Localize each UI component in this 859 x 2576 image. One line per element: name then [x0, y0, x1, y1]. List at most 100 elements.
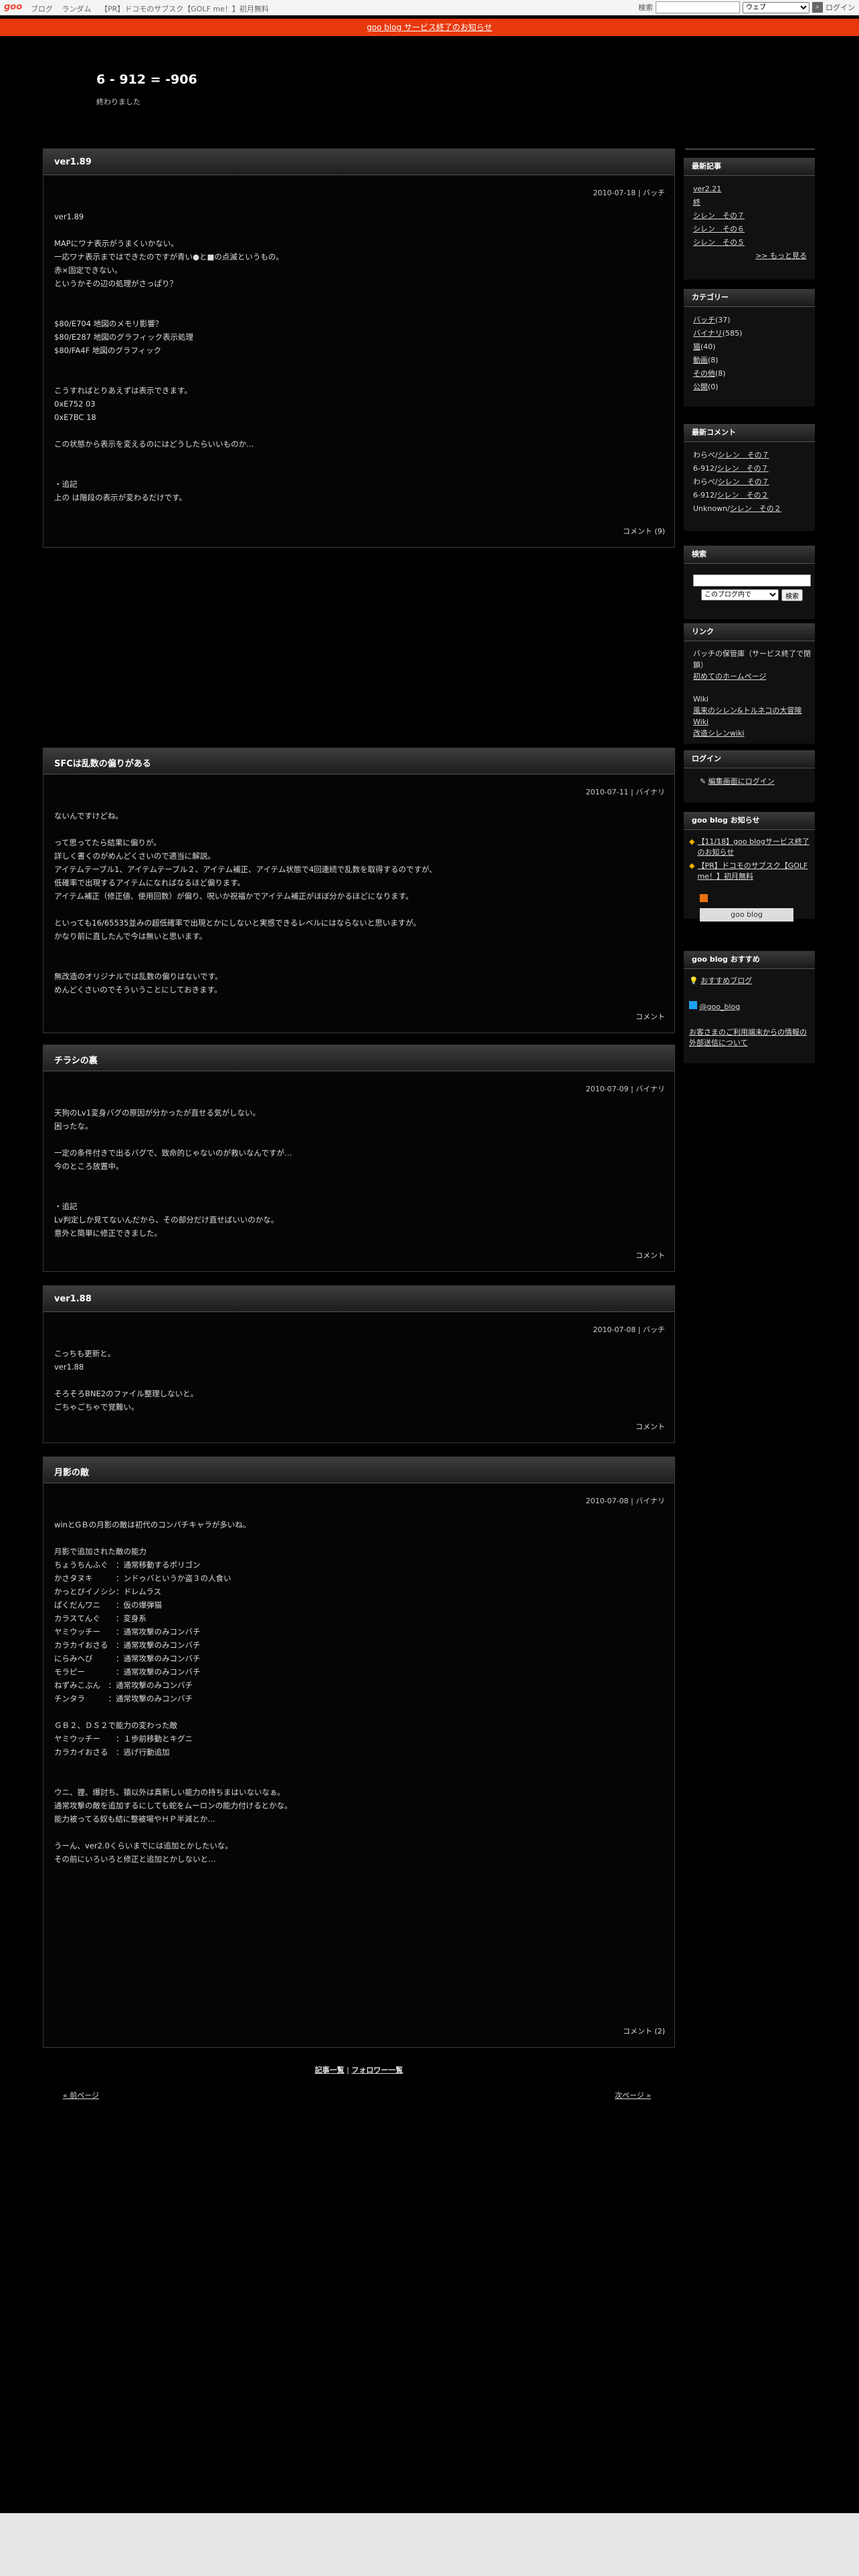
entry-line: $80/E287 地図のグラフィック表示処理 [54, 332, 193, 342]
info-link[interactable]: 【11/18】goo blogサービス終了のお知らせ [697, 837, 811, 858]
comment-article-link[interactable]: シレン その２ [717, 491, 769, 500]
category-box: カテゴリー バッチ(37) バイナリ(585) 猫(40) 動画(8) その他(… [684, 289, 815, 407]
comment-author: わらべ/ [693, 477, 718, 486]
entry-title[interactable]: SFCは乱数の偏りがある [54, 756, 151, 769]
comment-link[interactable]: コメント [636, 1421, 665, 1432]
entry-title[interactable]: ver1.89 [54, 157, 92, 167]
entry-line: 一定の条件付きで出るバグで、致命的じゃないのが救いなんですが… [54, 1148, 292, 1158]
blog-search-scope[interactable]: このブログ内で [701, 589, 779, 601]
entry-line: 0xE7BC 18 [54, 413, 96, 422]
comment-article-link[interactable]: シレン その７ [718, 477, 769, 486]
link-item[interactable]: 風来のシレン&トルネコの大冒険 Wiki [693, 705, 811, 728]
entry-line: ごちゃごちゃで覚難い。 [54, 1402, 139, 1412]
recommend-link[interactable]: おすすめブログ [700, 976, 752, 985]
entry-line: MAPにワナ表示がうまくいかない。 [54, 239, 179, 248]
category-link[interactable]: バイナリ [693, 329, 723, 338]
blog-header: 6 - 912 = -906 終わりました [96, 72, 197, 107]
category-link[interactable]: バッチ [693, 316, 715, 324]
entry-line: ねずみこぶん ：通常攻撃のみコンバチ [54, 1681, 193, 1690]
category-link[interactable]: 猫 [693, 342, 700, 351]
entry-line: 詳しく書くのがめんどくさいので適当に解説。 [54, 851, 215, 861]
category-link[interactable]: その他 [693, 369, 715, 378]
recent-article-link[interactable]: 終 [693, 196, 811, 209]
entry-title[interactable]: チラシの裏 [54, 1053, 98, 1066]
twitter-link[interactable]: @goo_blog [700, 1002, 741, 1011]
search-scope-select[interactable]: ウェブ [743, 1, 809, 13]
category-count: (585) [722, 329, 743, 338]
entry-line [54, 1173, 664, 1186]
entry-line: うーん、ver2.0くらいまでには追加とかしたいな。 [54, 1841, 233, 1850]
comment-article-link[interactable]: シレン その２ [730, 504, 781, 513]
box-title: 最新記事 [684, 158, 815, 176]
comment-author: 6-912/ [693, 491, 717, 500]
box-title: goo blog お知らせ [684, 812, 815, 830]
blog-search-button[interactable]: 検索 [781, 589, 803, 601]
entry-line [54, 956, 664, 970]
entry: チラシの裏 2010-07-09 | バイナリ 天狗のLv1変身バグの原因が分か… [43, 1045, 675, 1272]
box-title: カテゴリー [684, 289, 815, 307]
comment-link[interactable]: コメント [636, 1250, 665, 1261]
blog-search-input[interactable] [693, 574, 811, 586]
comment-author: Unknown/ [693, 504, 730, 513]
box-title: 検索 [684, 546, 815, 564]
entry-line: ver1.89 [54, 212, 84, 221]
recommend-box: goo blog おすすめ 💡 おすすめブログ @goo_blog お客さまのご… [684, 951, 815, 1063]
prev-page-link[interactable]: « 前ページ [63, 2090, 99, 2101]
top-link-random[interactable]: ランダム [62, 5, 92, 13]
entry-line: かっとびイノシシ：ドレムラス [54, 1587, 161, 1596]
link-item[interactable]: 初めてのホームページ [693, 671, 811, 682]
recent-article-link[interactable]: シレン その６ [693, 223, 811, 236]
entry-line: アイテムテーブル1、アイテムテーブル２、アイテム補正、アイテム状態で4回連続で乱… [54, 865, 437, 874]
recent-article-link[interactable]: シレン その７ [693, 209, 811, 223]
comment-link[interactable]: コメント (2) [623, 2026, 665, 2036]
entry-meta: 2010-07-18 | バッチ [593, 189, 665, 197]
entry-line: この状態から表示を変えるのにはどうしたらいいものか… [54, 439, 254, 449]
entry: ver1.89 2010-07-18 | バッチ ver1.89 MAPにワナ表示… [43, 148, 675, 548]
article-list-link[interactable]: 記事一覧 [315, 2066, 345, 2074]
link-spacer [693, 682, 811, 693]
privacy-link[interactable]: お客さまのご利用端末からの情報の外部送信について [689, 1028, 807, 1047]
box-title: goo blog おすすめ [684, 951, 815, 969]
notice-link[interactable]: goo blog サービス終了のお知らせ [367, 23, 492, 32]
more-link[interactable]: >> もっと見る [693, 249, 811, 263]
link-item[interactable]: 改造シレンwiki [693, 728, 811, 739]
next-page-link[interactable]: 次ページ » [615, 2090, 651, 2101]
recent-article-link[interactable]: ver2.21 [693, 183, 811, 196]
top-link-blog[interactable]: ブログ [31, 5, 53, 13]
category-link[interactable]: 動画 [693, 356, 708, 364]
goo-logo[interactable]: goo [4, 2, 22, 12]
entry-line [54, 304, 664, 317]
entry-line [54, 451, 664, 464]
comment-article-link[interactable]: シレン その７ [717, 464, 769, 473]
comment-article-link[interactable]: シレン その７ [718, 451, 769, 459]
entry-line: $80/E704 地図のメモリ影響？ [54, 319, 163, 328]
top-search-input[interactable] [656, 1, 740, 13]
comment-link[interactable]: コメント (9) [623, 526, 665, 536]
blog-title[interactable]: 6 - 912 = -906 [96, 72, 197, 87]
entry-title[interactable]: ver1.88 [54, 1294, 92, 1304]
goo-blog-badge[interactable]: goo blog [700, 908, 793, 922]
entry-line: 今のところ放置中。 [54, 1162, 124, 1171]
category-link[interactable]: 公開 [693, 383, 708, 391]
entry-line: ちょうちんふぐ ：通常移動するポリゴン [54, 1560, 201, 1570]
comment-link[interactable]: コメント [636, 1011, 665, 1022]
top-link-pr[interactable]: 【PR】ドコモのサブスク【GOLF me！】初月無料 [100, 5, 269, 13]
entry-title[interactable]: 月影の敵 [54, 1465, 89, 1478]
rss-icon[interactable] [700, 894, 708, 902]
entry-line: Lv判定しか見てないんだから、その部分だけ直せばいいのかな。 [54, 1215, 279, 1224]
entry-line: そろそろBNE2のファイル整理しないと。 [54, 1389, 199, 1398]
entry-line: 赤×固定できない。 [54, 265, 122, 275]
recent-article-link[interactable]: シレン その５ [693, 236, 811, 249]
entry-line: 能力被ってる奴も結に整被場やＨＰ半減とか… [54, 1814, 215, 1824]
entry-line: winとGＢの月影の敵は初代のコンバチキャラが多いね。 [54, 1520, 251, 1529]
entry-line: ぱくだんワニ ：仮の爆弾猫 [54, 1600, 162, 1610]
notice-banner: goo blog サービス終了のお知らせ [0, 19, 859, 36]
entry-line: 一応ワナ表示まではできたのですが青い●と■の点滅というもの。 [54, 252, 284, 261]
entry-line [54, 1186, 664, 1200]
edit-login-link[interactable]: 編集画面にログイン [708, 777, 775, 786]
follower-list-link[interactable]: フォロワー一覧 [351, 2066, 403, 2074]
entry-meta: 2010-07-08 | バッチ [593, 1325, 665, 1334]
search-icon[interactable]: ⌕ [812, 2, 823, 13]
info-link[interactable]: 【PR】ドコモのサブスク【GOLF me！】初月無料 [697, 861, 811, 882]
login-link[interactable]: ログイン [826, 2, 855, 13]
